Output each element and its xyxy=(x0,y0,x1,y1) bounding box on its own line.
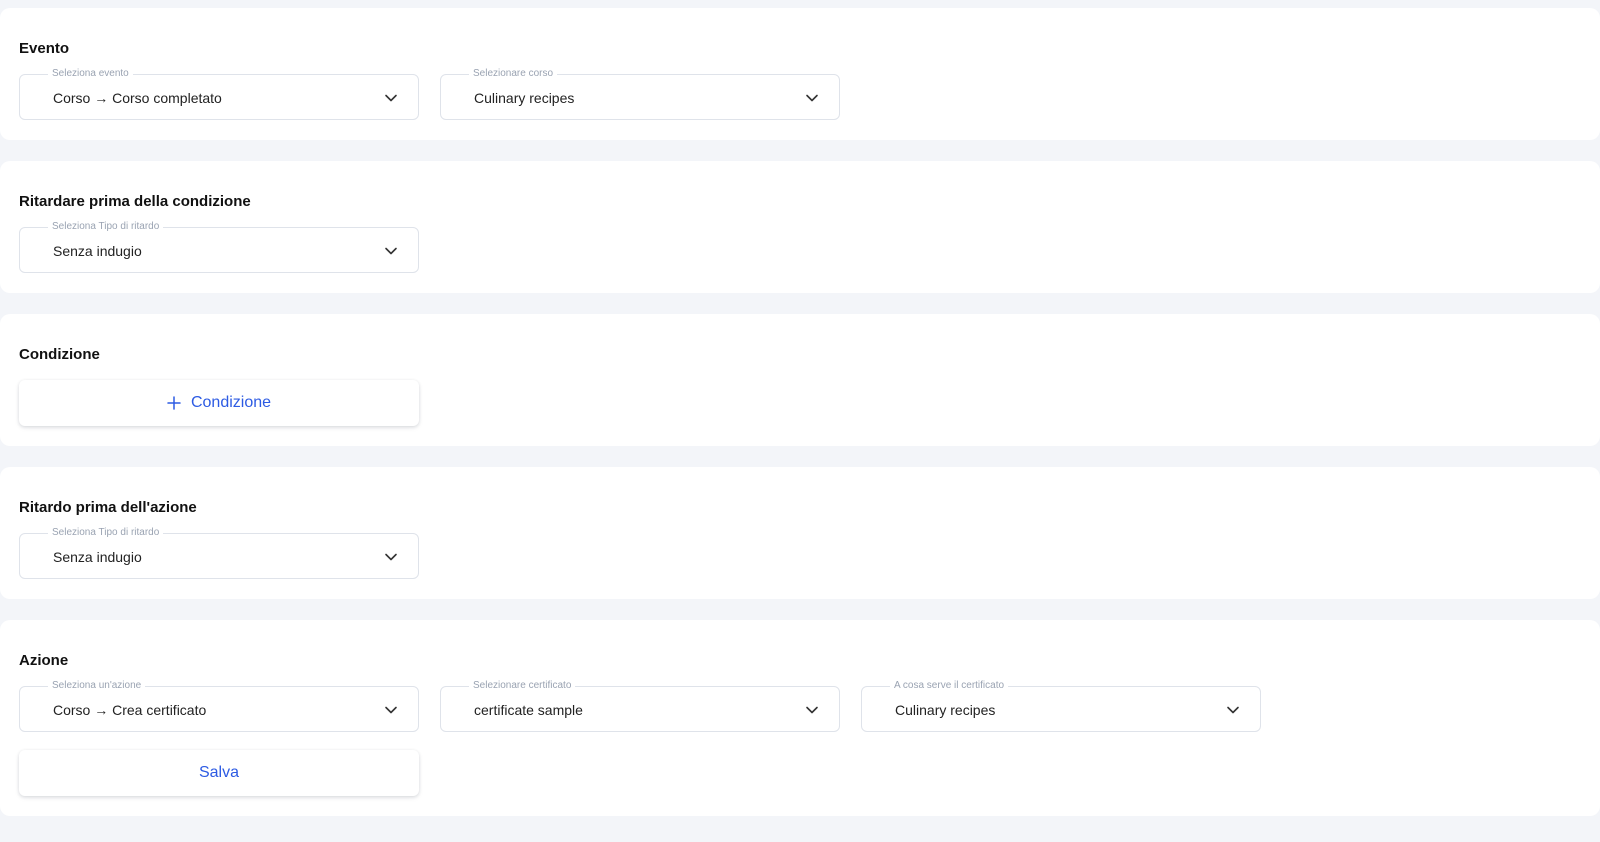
course-select[interactable]: Selezionare corso Culinary recipes xyxy=(440,68,840,120)
action-select-value: Corso → Crea certificato xyxy=(53,702,207,718)
chevron-down-icon xyxy=(1227,706,1239,714)
action-select[interactable]: Seleziona un'azione Corso → Crea certifi… xyxy=(19,680,419,732)
add-condition-label: Condizione xyxy=(190,394,272,411)
certificate-for-select[interactable]: A cosa serve il certificato Culinary rec… xyxy=(861,680,1261,732)
certificate-select-label: Selezionare certificato xyxy=(469,680,576,692)
save-button-label: Salva xyxy=(198,764,240,781)
action-delay-type-select-value: Senza indugio xyxy=(53,549,142,565)
chevron-down-icon xyxy=(385,247,397,255)
save-button[interactable]: Salva xyxy=(19,750,419,796)
section-title-condizione: Condizione xyxy=(19,346,100,363)
add-condition-button[interactable]: Condizione xyxy=(19,380,419,426)
section-title-evento: Evento xyxy=(19,40,70,57)
action-delay-type-select-label: Seleziona Tipo di ritardo xyxy=(48,527,164,539)
chevron-down-icon xyxy=(806,706,818,714)
section-delay-before-condition: Ritardare prima della condizione Selezio… xyxy=(0,161,1600,293)
plus-icon xyxy=(167,396,181,410)
section-title-delay-before-condition: Ritardare prima della condizione xyxy=(19,193,251,210)
course-select-value: Culinary recipes xyxy=(474,90,575,106)
event-select-value: Corso → Corso completato xyxy=(53,90,222,106)
section-azione: Azione Seleziona un'azione Corso → Crea … xyxy=(0,620,1600,816)
action-delay-type-select[interactable]: Seleziona Tipo di ritardo Senza indugio xyxy=(19,527,419,579)
delay-type-select-label: Seleziona Tipo di ritardo xyxy=(48,221,164,233)
chevron-down-icon xyxy=(385,706,397,714)
action-select-label: Seleziona un'azione xyxy=(48,680,146,692)
certificate-select-value: certificate sample xyxy=(474,702,583,718)
certificate-for-select-value: Culinary recipes xyxy=(895,702,996,718)
chevron-down-icon xyxy=(806,94,818,102)
chevron-down-icon xyxy=(385,553,397,561)
delay-type-select[interactable]: Seleziona Tipo di ritardo Senza indugio xyxy=(19,221,419,273)
course-select-label: Selezionare corso xyxy=(469,68,558,80)
section-evento: Evento Seleziona evento Corso → Corso co… xyxy=(0,8,1600,140)
automation-editor-page: Evento Seleziona evento Corso → Corso co… xyxy=(0,0,1600,842)
section-delay-before-action: Ritardo prima dell'azione Seleziona Tipo… xyxy=(0,467,1600,599)
section-title-azione: Azione xyxy=(19,652,69,669)
certificate-select[interactable]: Selezionare certificato certificate samp… xyxy=(440,680,840,732)
event-select[interactable]: Seleziona evento Corso → Corso completat… xyxy=(19,68,419,120)
section-condizione: Condizione Condizione xyxy=(0,314,1600,446)
chevron-down-icon xyxy=(385,94,397,102)
certificate-for-select-label: A cosa serve il certificato xyxy=(890,680,1009,692)
section-title-delay-before-action: Ritardo prima dell'azione xyxy=(19,499,197,516)
event-select-label: Seleziona evento xyxy=(48,68,133,80)
delay-type-select-value: Senza indugio xyxy=(53,243,142,259)
